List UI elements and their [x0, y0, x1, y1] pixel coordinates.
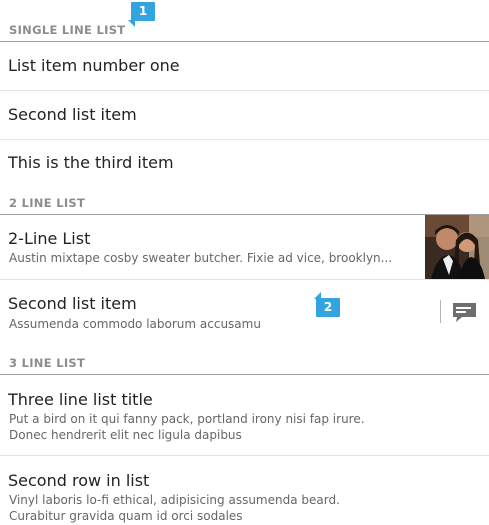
- list-item-subtitle: Austin mixtape cosby sweater butcher. Fi…: [9, 251, 393, 265]
- list-item[interactable]: This is the third item: [0, 140, 489, 188]
- list-item-subtitle-line2: Donec hendrerit elit nec ligula dapibus: [9, 428, 242, 442]
- callout-badge-2: 2: [314, 292, 340, 317]
- list-item[interactable]: 2-Line List Austin mixtape cosby sweater…: [0, 215, 489, 280]
- list-item[interactable]: List item number one: [0, 42, 489, 91]
- list-item[interactable]: Three line list title Put a bird on it q…: [0, 375, 489, 456]
- list-item-title: List item number one: [8, 56, 180, 75]
- single-line-list-header: SINGLE LINE LIST: [0, 19, 489, 42]
- list-item-title: Three line list title: [8, 390, 153, 409]
- list-item-subtitle: Put a bird on it qui fanny pack, portlan…: [9, 412, 365, 426]
- list-item-title: Second list item: [8, 294, 137, 313]
- section-title: SINGLE LINE LIST: [9, 23, 126, 37]
- list-item-title: Second list item: [8, 105, 137, 124]
- section-title: 3 LINE LIST: [9, 356, 86, 370]
- callout-badge-1: 1: [128, 2, 155, 27]
- list-item[interactable]: Second list item: [0, 91, 489, 140]
- section-title: 2 LINE LIST: [9, 196, 86, 210]
- three-line-list-header: 3 LINE LIST: [0, 352, 489, 375]
- list-item[interactable]: Second row in list Vinyl laboris lo-fi e…: [0, 456, 489, 525]
- list-item-title: Second row in list: [8, 471, 150, 490]
- message-icon[interactable]: [452, 302, 477, 323]
- list-item-subtitle-line2: Curabitur gravida quam id orci sodales: [9, 509, 243, 523]
- vertical-divider: [440, 300, 441, 323]
- list-item-subtitle: Vinyl laboris lo-fi ethical, adipisicing…: [9, 493, 340, 507]
- list-item-title: 2-Line List: [8, 229, 91, 248]
- list-item[interactable]: Second list item Assumenda commodo labor…: [0, 280, 489, 344]
- list-item-subtitle: Assumenda commodo laborum accusamu: [9, 317, 261, 331]
- photo-thumbnail[interactable]: [425, 215, 489, 279]
- two-line-list-header: 2 LINE LIST: [0, 192, 489, 215]
- list-item-title: This is the third item: [8, 153, 174, 172]
